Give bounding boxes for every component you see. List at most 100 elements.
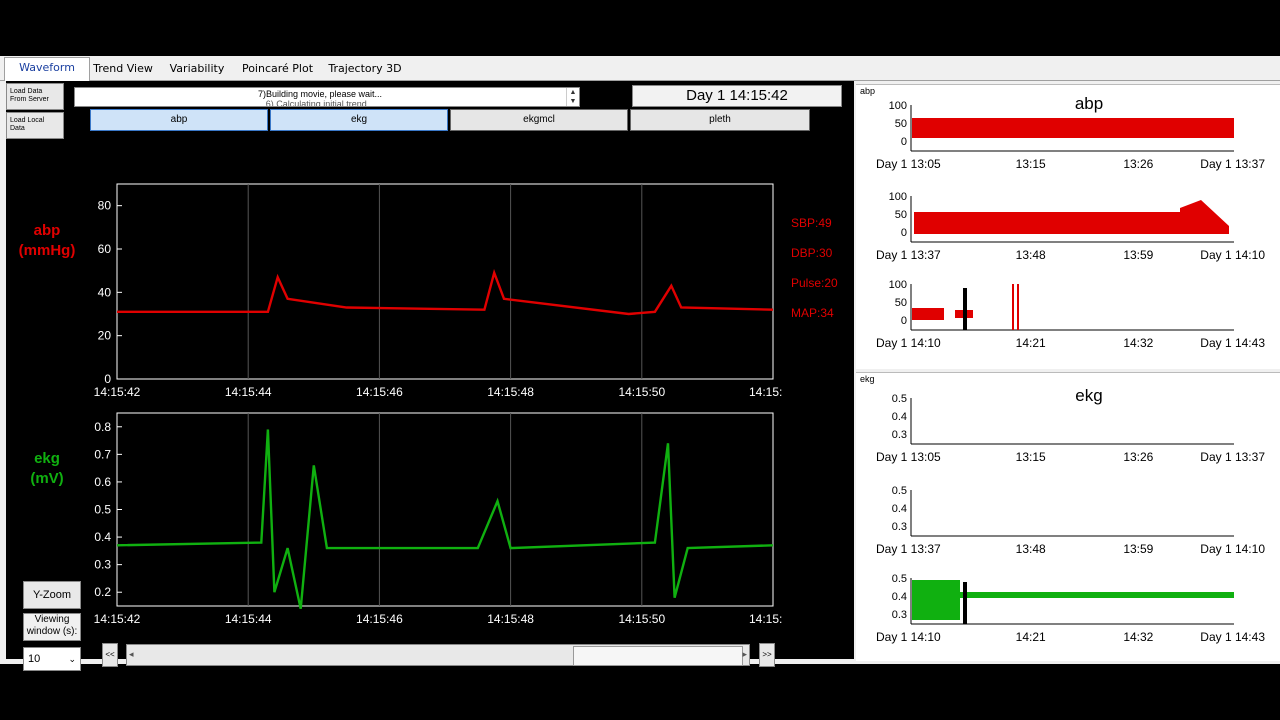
scroll-left-arrow-icon[interactable]: ◂ (129, 649, 134, 660)
abp-y-tick-label: 40 (98, 285, 112, 299)
trend-abp-title: abp (1075, 94, 1103, 113)
trend-abp-band (912, 118, 1234, 138)
viewing-window-value: 10 (28, 653, 41, 665)
abp-x-tick-label: 14:15:46 (356, 385, 403, 399)
trend-abp-x-tick-label: Day 1 14:43 (1200, 336, 1265, 350)
trend-abp-y-tick-label: 50 (895, 118, 907, 130)
ekg-y-tick-label: 0.4 (94, 530, 111, 544)
trend-abp-y-tick-label: 100 (889, 191, 907, 203)
abp-x-tick-label: 14:15: (749, 385, 782, 399)
viewing-window-label: Viewing window (s): (23, 613, 81, 641)
trend-ekg-x-tick-label: Day 1 13:05 (876, 450, 941, 464)
abp-y-tick-label: 20 (98, 329, 112, 343)
trend-abp-y-tick-label: 100 (889, 100, 907, 112)
y-zoom-button[interactable]: Y-Zoom (23, 581, 81, 609)
waveform-panel: Load Data From Server Load Local Data 7)… (6, 81, 854, 671)
trend-ekg-charts: ekg 0.5 0.4 0.3 Day 1 13:05 13:15 13:26 Day 1 1… (876, 386, 1265, 644)
tab-poincare-plot[interactable]: Poincaré Plot (241, 59, 314, 79)
trend-ekg-x-tick-label: Day 1 13:37 (1200, 450, 1265, 464)
tab-bar: Waveform View Trend View Variability Dat… (0, 56, 1280, 95)
trend-abp-band (1180, 200, 1229, 234)
abp-x-tick-label: 14:15:50 (618, 385, 665, 399)
tab-trajectory-3d-plot[interactable]: Trajectory 3D Plot (317, 59, 413, 95)
trend-ekg-x-tick-label: Day 1 14:43 (1200, 630, 1265, 644)
ekg-x-tick-label: 14:15:48 (487, 612, 534, 626)
trend-ekg-y-tick-label: 0.5 (892, 485, 907, 497)
trend-abp-x-tick-label: Day 1 13:37 (1200, 157, 1265, 171)
trend-ekg-y-tick-label: 0.3 (892, 609, 907, 621)
trend-abp-band (1017, 284, 1019, 330)
trend-abp-x-tick-label: Day 1 13:05 (876, 157, 941, 171)
abp-x-tick-label: 14:15:44 (225, 385, 272, 399)
trend-abp-y-tick-label: 0 (901, 227, 907, 239)
abp-y-tick-label: 80 (98, 199, 112, 213)
trend-ekg-x-tick-label: Day 1 14:10 (876, 630, 941, 644)
ekg-x-tick-label: 14:15:42 (94, 612, 141, 626)
trend-abp-charts: abp 100 50 0 Day 1 13:05 13:15 13:26 Day 1 13:3… (876, 94, 1265, 350)
tab-trend-view[interactable]: Trend View (92, 59, 154, 79)
trend-abp-x-tick-label: Day 1 13:37 (876, 248, 941, 262)
trend-ekg-y-tick-label: 0.5 (892, 393, 907, 405)
trend-abp-y-tick-label: 50 (895, 297, 907, 309)
trend-abp-y-tick-label: 50 (895, 209, 907, 221)
trend-abp-band (912, 308, 944, 320)
ekg-y-tick-label: 0.7 (94, 447, 111, 461)
trend-ekg-y-tick-label: 0.5 (892, 573, 907, 585)
time-scrollbar[interactable]: ◂ ▸ (126, 644, 750, 666)
scrollbar-thumb[interactable] (573, 646, 743, 666)
ekg-x-tick-label: 14:15:46 (356, 612, 403, 626)
abp-axes-box (116, 183, 774, 380)
trend-abp-band (1012, 284, 1014, 330)
scroll-right-arrow-icon[interactable]: ▸ (742, 649, 747, 660)
tab-waveform-view[interactable]: Waveform View (4, 57, 90, 94)
ekg-x-tick-label: 14:15:50 (618, 612, 665, 626)
trend-ekg-x-tick-label: Day 1 14:10 (1200, 542, 1265, 556)
prev-page-button[interactable]: << (102, 643, 118, 667)
ekg-y-tick-label: 0.2 (94, 585, 111, 599)
waveform-charts: 14:15:42 14:15:44 14:15:46 14:15:48 14:15:50… (94, 183, 782, 626)
ekg-series-line (116, 429, 774, 610)
trend-abp-x-tick-label: 14:32 (1123, 336, 1153, 350)
trend-ekg-band (960, 592, 1234, 598)
abp-y-tick-label: 60 (98, 242, 112, 256)
trend-abp-x-tick-label: 13:48 (1016, 248, 1046, 262)
trend-ekg-y-tick-label: 0.4 (892, 591, 907, 603)
trend-abp-band (914, 212, 1180, 234)
trend-current-marker (963, 288, 967, 330)
trend-abp-y-tick-label: 0 (901, 136, 907, 148)
trend-ekg-x-tick-label: 13:26 (1123, 450, 1153, 464)
trend-ekg-x-tick-label: 13:48 (1016, 542, 1046, 556)
ekg-y-tick-label: 0.5 (94, 503, 111, 517)
next-page-button[interactable]: >> (759, 643, 775, 667)
ekg-y-tick-label: 0.6 (94, 475, 111, 489)
trend-panels: abp abp 100 50 0 Day 1 13:05 13:15 13:26 Day 1 … (856, 84, 1280, 661)
trend-ekg-x-tick-label: 14:21 (1016, 630, 1046, 644)
trend-ekg-title: ekg (1075, 386, 1102, 405)
tab-variability-data[interactable]: Variability Data (157, 59, 237, 95)
chevron-down-icon: ⌄ (68, 654, 76, 664)
trend-abp-y-tick-label: 100 (889, 279, 907, 291)
trend-ekg-x-tick-label: 14:32 (1123, 630, 1153, 644)
app-window: Waveform View Trend View Variability Dat… (0, 56, 1280, 671)
abp-series-line (117, 268, 774, 316)
ekg-x-tick-label: 14:15: (749, 612, 782, 626)
ekg-y-tick-label: 0.8 (94, 420, 111, 434)
abp-x-tick-label: 14:15:48 (487, 385, 534, 399)
trend-abp-x-tick-label: Day 1 14:10 (1200, 248, 1265, 262)
trend-ekg-band (912, 580, 960, 620)
abp-x-tick-label: 14:15:42 (94, 385, 141, 399)
ekg-y-tick-label: 0.3 (94, 558, 111, 572)
trend-abp-y-tick-label: 0 (901, 315, 907, 327)
ekg-x-tick-label: 14:15:44 (225, 612, 272, 626)
trend-ekg-x-tick-label: Day 1 13:37 (876, 542, 941, 556)
abp-y-tick-label: 0 (104, 372, 111, 386)
trend-current-marker (963, 582, 967, 624)
trend-ekg-y-tick-label: 0.3 (892, 429, 907, 441)
trend-ekg-y-tick-label: 0.4 (892, 503, 907, 515)
trend-ekg-x-tick-label: 13:15 (1016, 450, 1046, 464)
trend-ekg-panel: ekg ekg 0.5 0.4 0.3 Day 1 13:05 13:15 13:26 Day… (856, 372, 1280, 661)
trend-abp-x-tick-label: 14:21 (1016, 336, 1046, 350)
trend-abp-x-tick-label: 13:26 (1123, 157, 1153, 171)
trend-ekg-y-tick-label: 0.4 (892, 411, 907, 423)
viewing-window-select[interactable]: 10 ⌄ (23, 647, 81, 671)
